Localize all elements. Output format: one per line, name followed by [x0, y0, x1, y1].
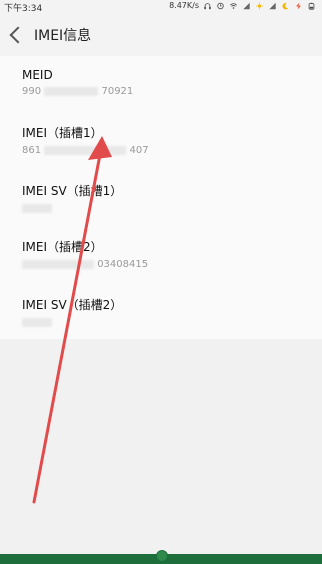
redacted-value [22, 259, 94, 269]
bottom-dot-icon [156, 550, 168, 562]
status-time: 下午3:34 [4, 4, 43, 14]
list-item-label: IMEI（插槽2） [22, 240, 103, 254]
value-prefix: 990 [22, 86, 42, 97]
list-item-value: 03408415 [22, 259, 148, 270]
back-arrow-icon[interactable] [9, 26, 27, 44]
list-item-value: 861 407 [22, 145, 149, 156]
value-prefix: 861 [22, 145, 42, 156]
sun-icon [256, 2, 263, 9]
signal-icon-2 [269, 2, 276, 9]
list-item-label: IMEI SV（插槽1） [22, 184, 123, 198]
list-item-imei-slot2: IMEI（插槽2） 03408415 [22, 238, 148, 270]
redacted-value [44, 145, 127, 155]
wifi-icon [230, 2, 237, 9]
list-item-meid: MEID 990 70921 [22, 68, 133, 97]
network-speed: 8.47K/s [169, 1, 199, 10]
value-suffix: 70921 [101, 86, 134, 97]
alarm-icon [217, 2, 224, 9]
bottom-bar [0, 550, 322, 564]
imei-info-list: MEID 990 70921 IMEI（插槽1） 861 407 IMEI SV… [0, 56, 322, 339]
list-item-imeisv-slot1: IMEI SV（插槽1） [22, 182, 122, 214]
redacted-value [44, 86, 99, 96]
list-item-value [22, 317, 122, 328]
list-item-label: MEID [22, 68, 53, 82]
battery-icon [308, 2, 315, 10]
list-item-value [22, 203, 122, 214]
headphones-icon [204, 2, 211, 9]
redacted-value [22, 203, 52, 213]
status-bar: 下午3:34 8.47K/s [0, 0, 322, 14]
header-bar: IMEI信息 [0, 14, 322, 56]
signal-icon [243, 2, 250, 9]
status-icons: 8.47K/s [169, 1, 316, 10]
redacted-value [22, 317, 52, 327]
charging-icon [296, 2, 301, 9]
page-title: IMEI信息 [34, 28, 92, 44]
value-suffix: 03408415 [97, 259, 149, 270]
list-item-label: IMEI SV（插槽2） [22, 298, 123, 312]
value-suffix: 407 [129, 145, 149, 156]
empty-area [0, 339, 322, 554]
list-item-label: IMEI（插槽1） [22, 126, 103, 140]
list-item-value: 990 70921 [22, 86, 133, 97]
list-item-imeisv-slot2: IMEI SV（插槽2） [22, 296, 122, 328]
list-item-imei-slot1: IMEI（插槽1） 861 407 [22, 124, 149, 156]
moon-icon [282, 2, 289, 9]
